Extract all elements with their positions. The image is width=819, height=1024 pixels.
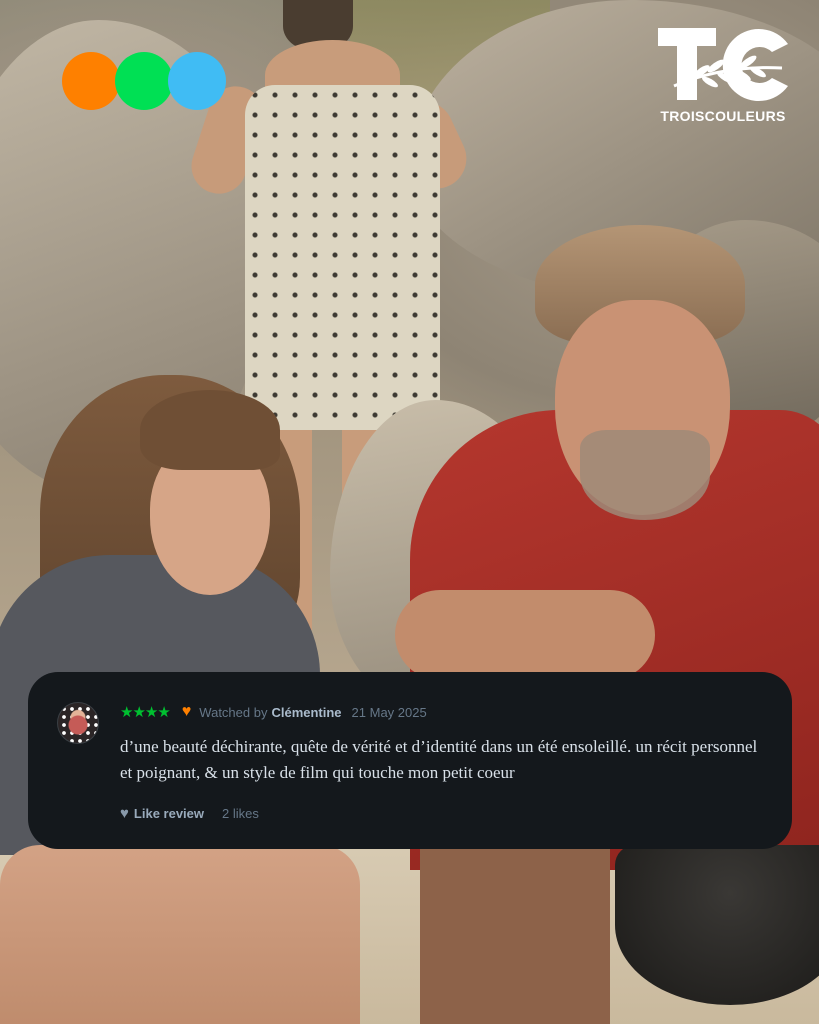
green-dot <box>115 52 173 110</box>
blue-dot <box>168 52 226 110</box>
standing-woman <box>245 85 440 430</box>
review-meta: ★★★★ ♥ Watched by Clémentine 21 May 2025 <box>120 702 427 722</box>
watched-by-label: Watched by <box>199 704 268 720</box>
review-date[interactable]: 21 May 2025 <box>352 705 427 720</box>
review-card[interactable]: ★★★★ ♥ Watched by Clémentine 21 May 2025… <box>28 672 792 849</box>
review-author-link[interactable]: Clémentine <box>271 705 341 720</box>
like-review-button[interactable]: ♥ Like review <box>120 804 204 823</box>
orange-dot <box>62 52 120 110</box>
heart-icon: ♥ <box>181 703 192 720</box>
logo-leaf-icon <box>658 28 788 102</box>
like-heart-icon[interactable]: ♥ <box>120 804 129 823</box>
likes-count[interactable]: 2 likes <box>222 804 259 823</box>
avatar[interactable] <box>57 702 99 744</box>
like-review-label[interactable]: Like review <box>134 804 204 823</box>
star-icon: ★★★★ <box>120 704 171 721</box>
letterboxd-dots-logo <box>62 52 226 110</box>
logo-wordmark: TROISCOULEURS <box>660 108 786 124</box>
film-still-background <box>0 0 819 1024</box>
review-text: d’une beauté déchirante, quête de vérité… <box>120 737 758 782</box>
troiscouleurs-logo: TROISCOULEURS <box>652 26 794 124</box>
